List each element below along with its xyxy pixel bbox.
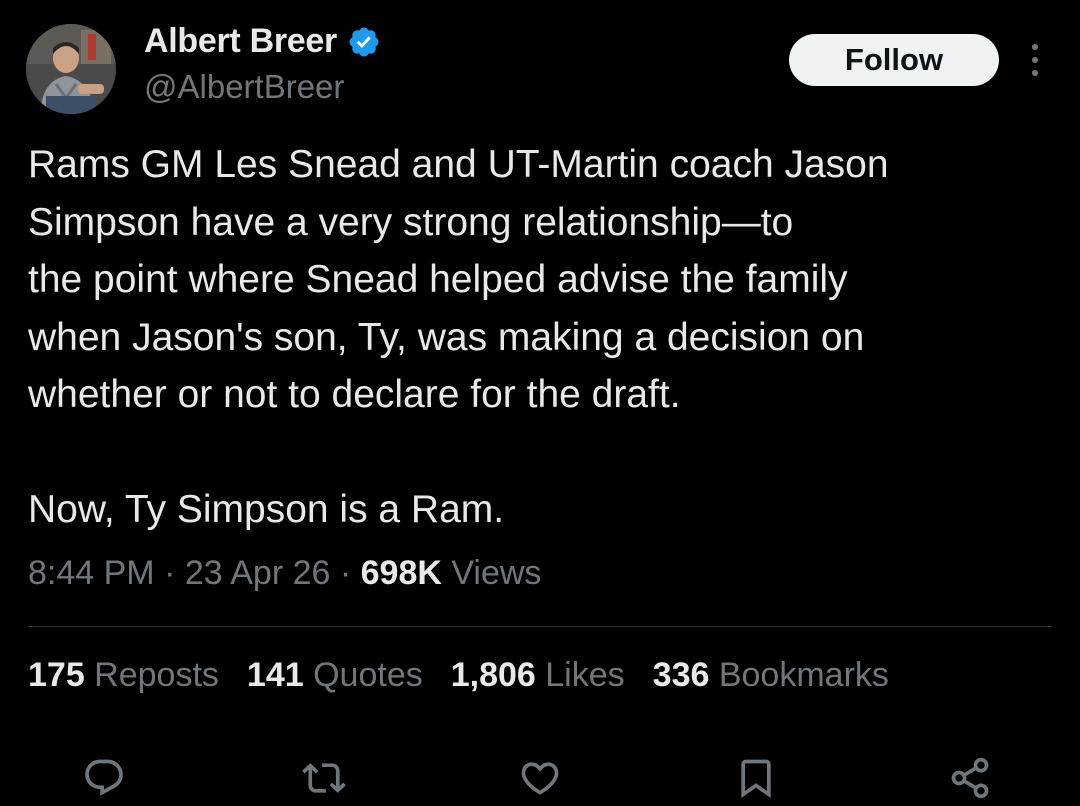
tweet-meta: 8:44 PM · 23 Apr 26 · 698K Views	[28, 554, 541, 593]
tweet-text: Rams GM Les Snead and UT-Martin coach Ja…	[28, 136, 1058, 539]
more-options-icon[interactable]	[1020, 40, 1050, 80]
avatar[interactable]	[26, 24, 116, 114]
tweet-text-line: the point where Snead helped advise the …	[28, 258, 848, 301]
author-display-name[interactable]: Albert Breer	[144, 22, 337, 61]
repost-button[interactable]	[300, 754, 348, 802]
tweet-detail: Albert Breer @AlbertBreer Follow Rams GM…	[0, 0, 1080, 806]
like-icon	[521, 762, 559, 795]
bookmarks-stat[interactable]: 336 Bookmarks	[653, 656, 889, 695]
reposts-label: Reposts	[84, 656, 219, 694]
reply-icon	[85, 759, 123, 796]
share-button[interactable]	[946, 754, 994, 802]
bookmarks-label: Bookmarks	[709, 656, 889, 694]
tweet-text-line: whether or not to declare for the draft.	[28, 373, 681, 416]
likes-count: 1,806	[450, 656, 536, 694]
like-button[interactable]	[516, 754, 564, 802]
tweet-text-line: when Jason's son, Ty, was making a decis…	[28, 315, 865, 359]
quotes-label: Quotes	[303, 656, 423, 694]
views-count: 698K	[360, 554, 442, 592]
views-label: Views	[441, 554, 542, 592]
quotes-stat[interactable]: 141 Quotes	[247, 656, 423, 695]
verified-badge-icon[interactable]	[347, 25, 381, 59]
follow-button[interactable]: Follow	[789, 34, 999, 86]
reply-button[interactable]	[80, 754, 128, 802]
reposts-stat[interactable]: 175 Reposts	[28, 656, 219, 695]
bookmark-button[interactable]	[732, 754, 780, 802]
divider	[28, 626, 1052, 627]
quotes-count: 141	[246, 656, 304, 694]
author-handle[interactable]: @AlbertBreer	[144, 68, 344, 106]
author-name-row[interactable]: Albert Breer	[144, 22, 381, 61]
meta-separator: ·	[154, 554, 185, 592]
tweet-text-line: Now, Ty Simpson is a Ram.	[28, 488, 505, 531]
reposts-count: 175	[28, 656, 85, 694]
engagement-stats: 175 Reposts 141 Quotes 1,806 Likes 336 B…	[28, 656, 889, 695]
tweet-date[interactable]: 23 Apr 26	[185, 554, 331, 592]
avatar-image	[26, 24, 116, 114]
share-icon	[951, 757, 989, 799]
tweet-time[interactable]: 8:44 PM	[28, 554, 155, 592]
repost-icon	[302, 763, 346, 793]
meta-separator: ·	[330, 554, 361, 592]
tweet-text-line: Rams GM Les Snead and UT-Martin coach Ja…	[28, 143, 889, 186]
tweet-text-line: Simpson have a very strong relationship—…	[28, 200, 794, 244]
likes-label: Likes	[535, 656, 625, 694]
bookmark-icon	[741, 759, 771, 799]
likes-stat[interactable]: 1,806 Likes	[451, 656, 625, 695]
bookmarks-count: 336	[652, 656, 710, 694]
